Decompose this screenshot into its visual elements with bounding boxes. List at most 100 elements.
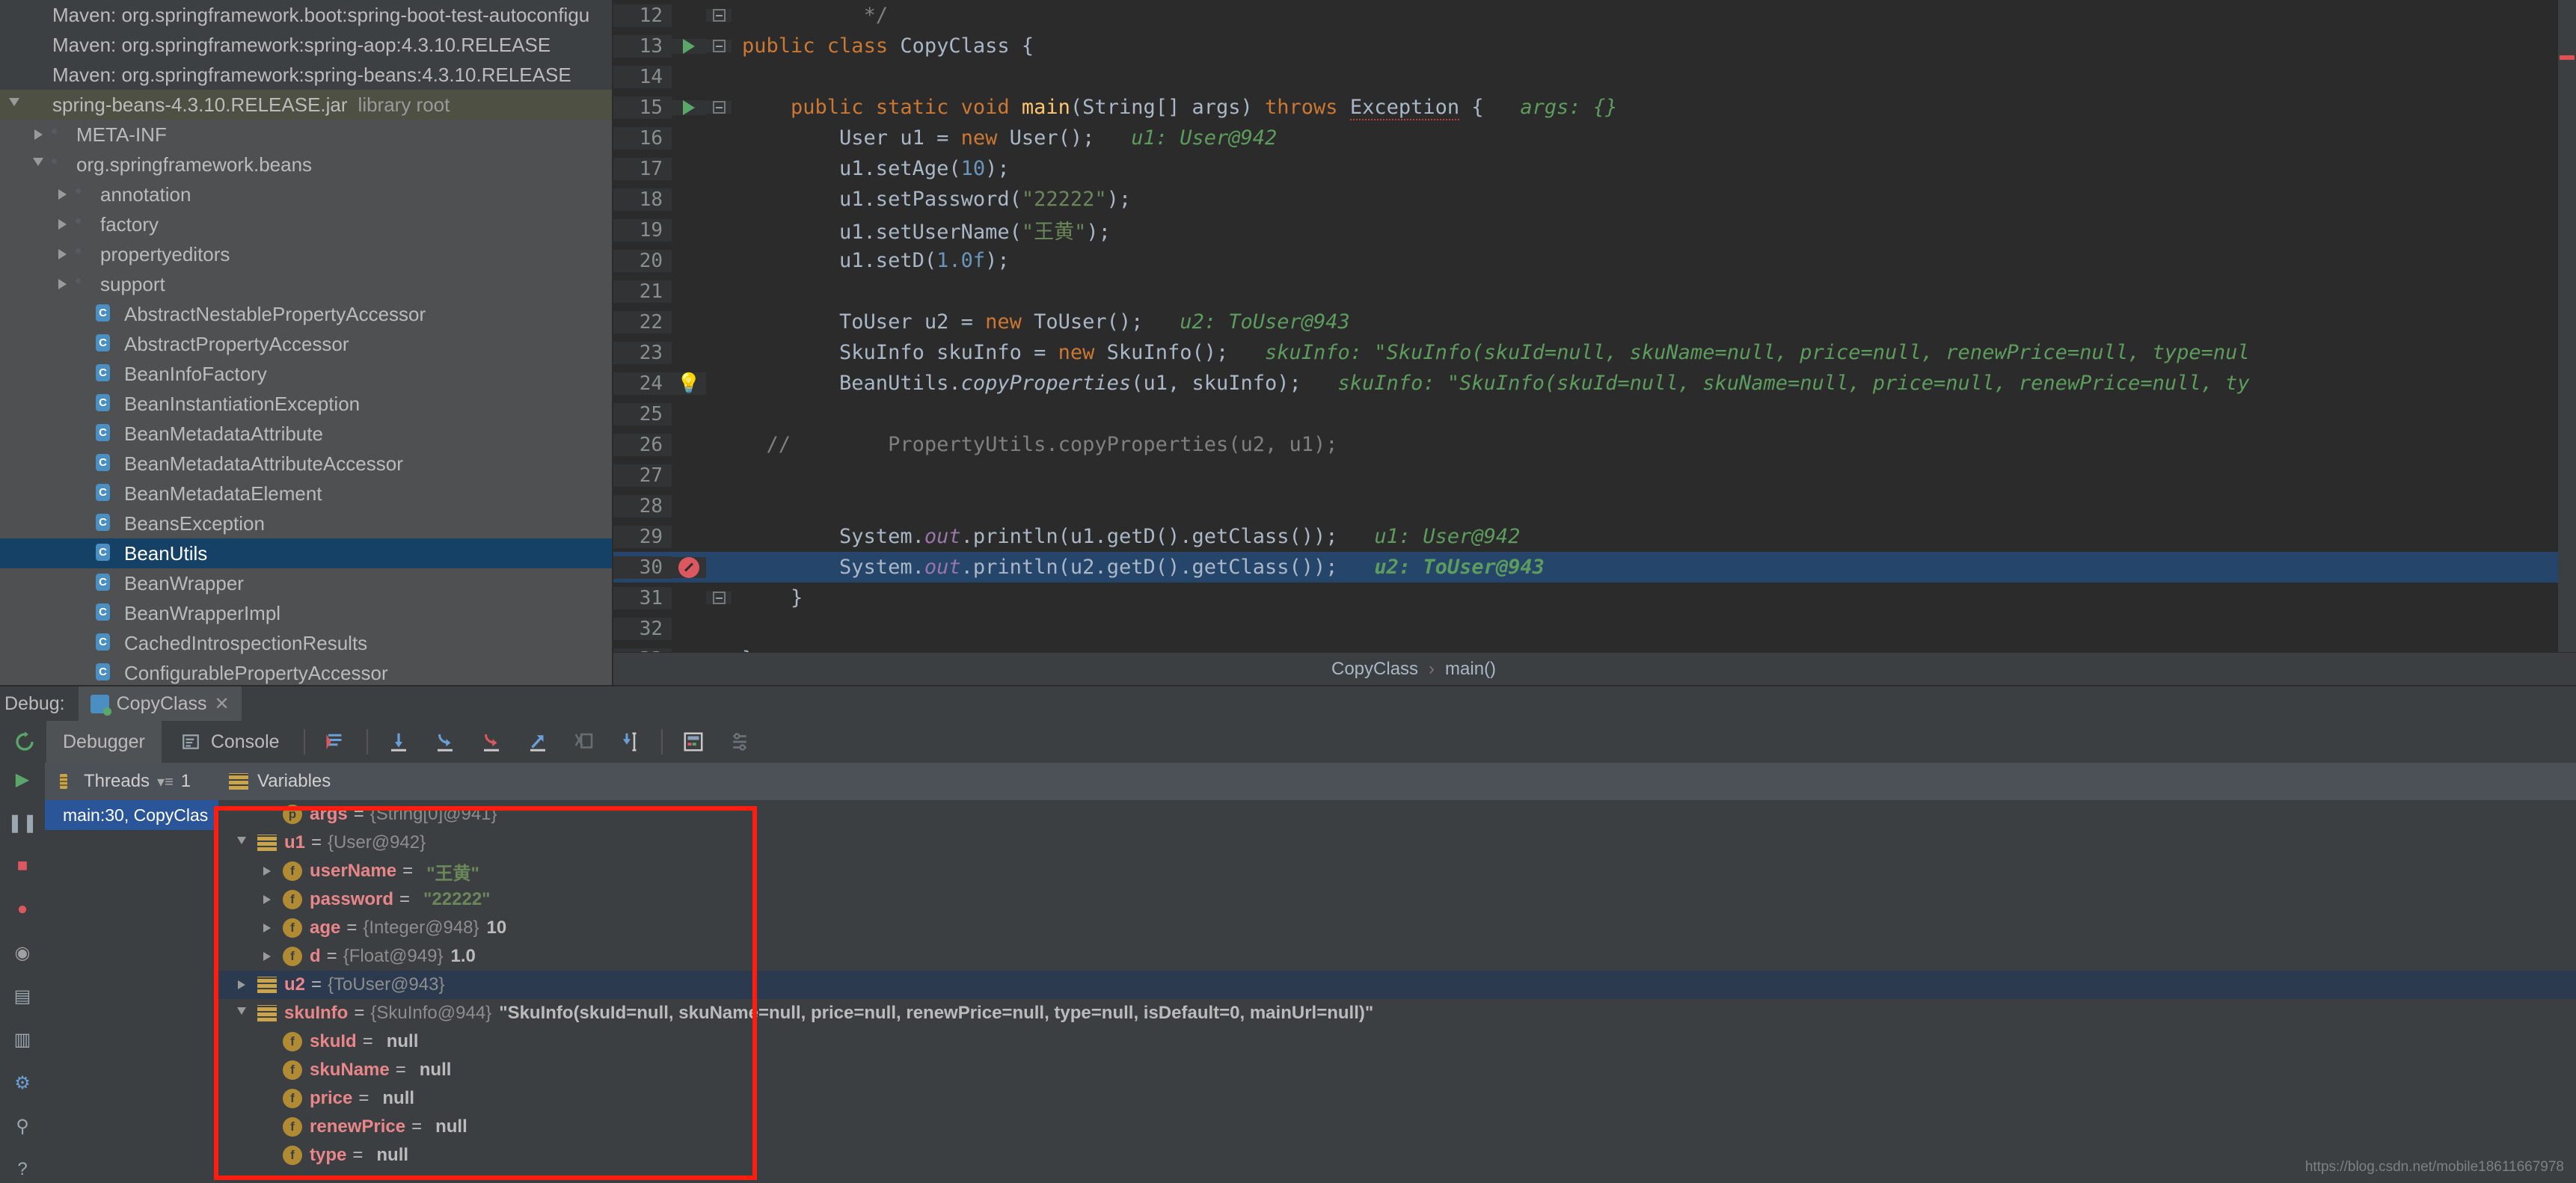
- variable-row[interactable]: f renewPrice = null: [218, 1113, 2576, 1141]
- code-line[interactable]: 33}: [613, 644, 2576, 652]
- tree-row[interactable]: Maven: org.springframework:spring-beans:…: [0, 60, 612, 90]
- code-line[interactable]: 24 💡 BeanUtils.copyProperties(u1, skuInfo…: [613, 368, 2576, 399]
- variable-row[interactable]: f skuId = null: [218, 1027, 2576, 1056]
- intention-bulb-icon[interactable]: 💡: [672, 372, 706, 395]
- variable-row[interactable]: p args = {String[0]@941}: [218, 800, 2576, 829]
- project-tree-panel[interactable]: Maven: org.springframework.boot:spring-b…: [0, 0, 613, 685]
- resume-program-icon[interactable]: ▶: [10, 767, 34, 791]
- tab-console[interactable]: Console: [162, 721, 296, 763]
- tree-row[interactable]: propertyeditors: [0, 239, 612, 269]
- tree-row[interactable]: C BeanMetadataAttribute: [0, 419, 612, 449]
- tree-twisty[interactable]: [28, 158, 48, 171]
- tree-row[interactable]: C AbstractPropertyAccessor: [0, 329, 612, 359]
- tree-row[interactable]: C BeanMetadataAttributeAccessor: [0, 449, 612, 479]
- code-fold-marker[interactable]: [706, 592, 732, 604]
- variable-row[interactable]: skuInfo = {SkuInfo@944} "SkuInfo(skuId=null…: [218, 999, 2576, 1027]
- tab-debugger[interactable]: Debugger: [46, 721, 162, 763]
- tree-row[interactable]: annotation: [0, 179, 612, 209]
- code-line[interactable]: 16 User u1 = new User(); u1: User@942: [613, 123, 2576, 153]
- drop-frame-icon[interactable]: [571, 729, 597, 755]
- tree-row[interactable]: C BeanMetadataElement: [0, 479, 612, 508]
- code-line[interactable]: 18 u1.setPassword("22222");: [613, 184, 2576, 215]
- tree-twisty[interactable]: [52, 219, 72, 230]
- tree-row[interactable]: C AbstractNestablePropertyAccessor: [0, 299, 612, 329]
- tree-row[interactable]: C BeanInstantiationException: [0, 389, 612, 419]
- variable-row[interactable]: f password = "22222": [218, 885, 2576, 914]
- tree-twisty[interactable]: [28, 129, 48, 140]
- tree-row[interactable]: spring-beans-4.3.10.RELEASE.jar library r…: [0, 90, 612, 120]
- code-line[interactable]: 31 }: [613, 583, 2576, 613]
- tree-row[interactable]: Maven: org.springframework:spring-aop:4.…: [0, 30, 612, 60]
- tree-row[interactable]: C ConfigurablePropertyAccessor: [0, 658, 612, 685]
- tree-row[interactable]: C BeanWrapper: [0, 568, 612, 598]
- tree-row[interactable]: C BeanInfoFactory: [0, 359, 612, 389]
- variable-twisty[interactable]: [254, 924, 280, 932]
- layout-settings-icon[interactable]: ▤: [10, 984, 34, 1008]
- step-into-icon[interactable]: [432, 729, 458, 755]
- view-breakpoints-icon[interactable]: ●: [10, 897, 34, 921]
- variable-row[interactable]: f price = null: [218, 1084, 2576, 1113]
- restore-layout-icon[interactable]: ▥: [10, 1027, 34, 1051]
- debug-side-toolbar[interactable]: ▶ ❚❚ ■ ● ◉ ▤ ▥ ⚙ ⚲?: [0, 763, 45, 1183]
- code-fold-marker[interactable]: [706, 40, 732, 52]
- code-line[interactable]: 25: [613, 399, 2576, 429]
- code-fold-marker[interactable]: [706, 9, 732, 22]
- code-line[interactable]: 14: [613, 61, 2576, 92]
- variables-panel[interactable]: Variables p args = {String[0]@941} u1 = {User@…: [218, 763, 2576, 1183]
- code-line[interactable]: 13 public class CopyClass {: [613, 31, 2576, 61]
- rerun-icon[interactable]: [12, 729, 37, 755]
- code-line[interactable]: 28: [613, 491, 2576, 521]
- run-gutter-icon[interactable]: [672, 38, 706, 54]
- code-line[interactable]: 27: [613, 460, 2576, 491]
- variable-row[interactable]: f type = null: [218, 1141, 2576, 1170]
- settings-gear-icon[interactable]: ⚙: [10, 1071, 34, 1095]
- code-line[interactable]: 30 System.out.println(u2.getD().getClass…: [613, 552, 2576, 583]
- error-stripe-scrollbar[interactable]: [2558, 0, 2576, 652]
- tree-row[interactable]: C BeanWrapperImpl: [0, 598, 612, 628]
- stop-program-icon[interactable]: ■: [10, 854, 34, 878]
- code-line[interactable]: 12 */: [613, 0, 2576, 31]
- variable-twisty[interactable]: [254, 895, 280, 904]
- tree-row[interactable]: META-INF: [0, 120, 612, 150]
- debug-toolbar[interactable]: Debugger Console: [0, 721, 2576, 763]
- code-line[interactable]: 32: [613, 613, 2576, 644]
- help-icon[interactable]: ?: [10, 1158, 34, 1182]
- run-to-cursor-icon[interactable]: [618, 729, 643, 755]
- variable-twisty[interactable]: [229, 980, 254, 989]
- code-lines-container[interactable]: 12 */13 public class CopyClass {14 15 publ…: [613, 0, 2576, 652]
- force-step-into-icon[interactable]: [479, 729, 504, 755]
- tree-twisty[interactable]: [52, 249, 72, 259]
- variable-row[interactable]: u1 = {User@942}: [218, 829, 2576, 857]
- close-icon[interactable]: ✕: [215, 693, 230, 715]
- code-fold-marker[interactable]: [706, 101, 732, 114]
- code-line[interactable]: 26 // PropertyUtils.copyProperties(u2, u…: [613, 429, 2576, 460]
- run-configuration-tab[interactable]: CopyClass ✕: [78, 686, 242, 721]
- tree-row[interactable]: C BeanUtils: [0, 538, 612, 568]
- tree-row[interactable]: Maven: org.springframework.boot:spring-b…: [0, 0, 612, 30]
- code-line[interactable]: 29 System.out.println(u1.getD().getClass…: [613, 521, 2576, 552]
- code-line[interactable]: 15 public static void main(String[] args…: [613, 92, 2576, 123]
- code-line[interactable]: 21: [613, 276, 2576, 307]
- code-line[interactable]: 19 u1.setUserName("王黄");: [613, 215, 2576, 245]
- tree-row[interactable]: factory: [0, 209, 612, 239]
- run-gutter-icon[interactable]: [672, 99, 706, 115]
- settings-icon[interactable]: [727, 729, 752, 755]
- show-execution-point-icon[interactable]: [323, 729, 349, 755]
- variable-row[interactable]: f userName = "王黄": [218, 857, 2576, 885]
- step-out-icon[interactable]: [525, 729, 551, 755]
- variable-twisty[interactable]: [229, 1007, 254, 1019]
- tree-twisty[interactable]: [52, 189, 72, 200]
- pin-tab-icon[interactable]: ⚲: [10, 1114, 34, 1138]
- mute-breakpoints-icon[interactable]: ◉: [10, 941, 34, 965]
- breadcrumb-method[interactable]: main(): [1445, 659, 1496, 680]
- code-line[interactable]: 23 SkuInfo skuInfo = new SkuInfo(); skuI…: [613, 337, 2576, 368]
- code-editor-panel[interactable]: 12 */13 public class CopyClass {14 15 publ…: [613, 0, 2576, 685]
- breakpoint-icon[interactable]: [672, 556, 706, 578]
- error-stripe-mark[interactable]: [2560, 55, 2575, 60]
- breadcrumb-class[interactable]: CopyClass: [1331, 659, 1418, 680]
- tree-row[interactable]: C CachedIntrospectionResults: [0, 628, 612, 658]
- frames-panel[interactable]: Threads ▾≡ 1 main:30, CopyClas: [45, 763, 218, 1183]
- step-over-icon[interactable]: [386, 729, 411, 755]
- variable-row[interactable]: f age = {Integer@948} 10: [218, 914, 2576, 942]
- tree-twisty[interactable]: [4, 98, 24, 111]
